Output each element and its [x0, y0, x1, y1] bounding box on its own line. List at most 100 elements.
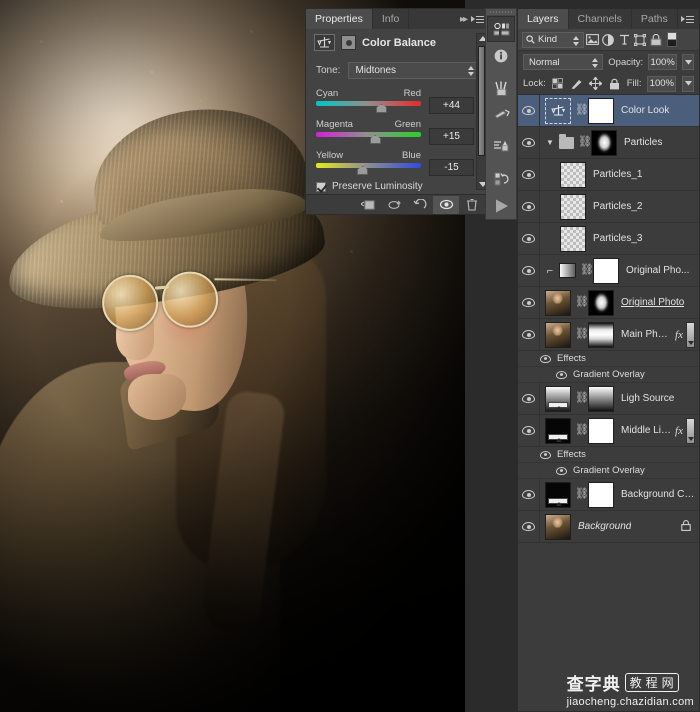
panel-menu-icon[interactable] [471, 14, 484, 24]
preserve-luminosity-row[interactable]: Preserve Luminosity [316, 181, 479, 192]
tab-paths[interactable]: Paths [632, 9, 678, 29]
layer-visibility-toggle[interactable] [518, 383, 540, 414]
opacity-value[interactable]: 100% [648, 54, 678, 70]
actions-play-icon[interactable] [487, 193, 515, 219]
cyan-red-knob[interactable] [376, 104, 388, 113]
stepper-arrows-icon[interactable] [468, 66, 474, 76]
layer-name[interactable]: Middle Light [618, 425, 671, 436]
fx-icon[interactable]: fx [675, 329, 683, 341]
tone-select[interactable]: Midtones [348, 62, 479, 79]
effects-expand-toggle[interactable] [686, 321, 695, 348]
yellow-blue-knob[interactable] [357, 166, 369, 175]
layer-mask-thumbnail[interactable] [593, 257, 619, 284]
layer-name[interactable]: Original Pho... [623, 265, 689, 276]
layer-mask-thumbnail[interactable] [588, 321, 614, 348]
effect-visibility-toggle[interactable] [518, 466, 567, 475]
layer-name[interactable]: Original Photo [618, 297, 684, 308]
layer-thumbnail[interactable] [560, 225, 586, 252]
layer-visibility-toggle[interactable] [518, 159, 540, 190]
view-previous-state-button[interactable] [381, 196, 407, 214]
styles-icon[interactable] [487, 134, 515, 160]
layer-name[interactable]: Ligh Source [618, 393, 674, 404]
link-icon[interactable]: ⛓ [575, 393, 589, 404]
layer-thumbnail[interactable] [545, 513, 571, 540]
blend-mode-select[interactable]: Normal [523, 54, 604, 70]
layer-name[interactable]: Color Look [618, 105, 669, 116]
delete-adjustment-button[interactable] [459, 196, 485, 214]
history-icon[interactable] [487, 166, 515, 192]
layer-thumbnail[interactable] [545, 481, 571, 508]
tab-info[interactable]: Info [373, 9, 410, 29]
lock-image-pixels-icon[interactable] [570, 77, 583, 91]
layer-mask-thumbnail[interactable] [588, 417, 614, 444]
layer-visibility-toggle[interactable] [518, 223, 540, 254]
layer-thumbnail[interactable] [560, 161, 586, 188]
layer-visibility-toggle[interactable] [518, 511, 540, 542]
tab-channels[interactable]: Channels [569, 9, 632, 29]
link-icon[interactable]: ⛓ [575, 425, 589, 436]
reset-button[interactable] [407, 196, 433, 214]
toggle-visibility-button[interactable] [433, 195, 459, 214]
table-row[interactable]: ⛓ Background Color [518, 479, 699, 511]
layer-mask-thumbnail[interactable] [588, 481, 614, 508]
fill-dropdown-arrow-icon[interactable] [682, 75, 694, 92]
smart-object-filter-icon[interactable] [648, 32, 664, 48]
shape-filter-icon[interactable] [632, 32, 648, 48]
effects-visibility-toggle[interactable] [518, 354, 551, 363]
layer-mask-thumbnail[interactable] [588, 385, 614, 412]
layer-name[interactable]: Particles_2 [590, 201, 642, 212]
pixel-filter-icon[interactable] [584, 32, 600, 48]
yellow-blue-track[interactable] [316, 163, 421, 175]
yellow-blue-value[interactable]: -15 [429, 159, 474, 176]
adjustments-icon[interactable] [487, 15, 515, 43]
layer-visibility-toggle[interactable] [518, 95, 540, 126]
clone-source-icon[interactable] [487, 101, 515, 127]
table-row[interactable]: ⛓ Middle Light fx [518, 415, 699, 447]
table-row[interactable]: Particles_2 [518, 191, 699, 223]
layer-thumbnail[interactable] [560, 193, 586, 220]
table-row[interactable]: Background [518, 511, 699, 543]
table-row[interactable]: ⛓ Ligh Source [518, 383, 699, 415]
layer-visibility-toggle[interactable] [518, 479, 540, 510]
fx-icon[interactable]: fx [675, 425, 683, 437]
table-row[interactable]: Particles_3 [518, 223, 699, 255]
group-mask-thumbnail[interactable] [591, 129, 617, 156]
lock-all-icon[interactable] [608, 77, 620, 91]
double-chevron-right-icon[interactable]: ▸▸ [460, 14, 468, 25]
tab-properties[interactable]: Properties [306, 9, 373, 29]
dock-grip[interactable] [486, 9, 516, 16]
link-icon[interactable]: ⛓ [575, 297, 589, 308]
type-filter-icon[interactable] [616, 32, 632, 48]
table-row[interactable]: ⛓ Original Photo [518, 287, 699, 319]
layer-thumbnail[interactable] [545, 385, 571, 412]
table-row[interactable]: ⛓ Main Photo fx [518, 319, 699, 351]
link-icon[interactable]: ⛓ [575, 489, 589, 500]
info-icon[interactable] [487, 42, 515, 68]
table-row[interactable]: Particles_1 [518, 159, 699, 191]
stepper-arrows-icon[interactable] [592, 58, 599, 68]
stepper-arrows-icon[interactable] [573, 35, 579, 46]
layer-visibility-toggle[interactable] [518, 319, 540, 350]
effects-expand-toggle[interactable] [686, 417, 695, 444]
layer-name[interactable]: Background [575, 521, 631, 532]
layer-thumbnail[interactable] [559, 263, 576, 278]
preserve-luminosity-checkbox[interactable] [316, 181, 326, 192]
layer-thumbnail[interactable] [545, 417, 571, 444]
table-row[interactable]: ⛓ Color Look [518, 95, 699, 127]
layer-name[interactable]: Particles_1 [590, 169, 642, 180]
layer-thumbnail[interactable] [545, 321, 571, 348]
link-icon[interactable]: ⛓ [580, 265, 594, 276]
brushes-icon[interactable] [487, 75, 515, 101]
layer-visibility-toggle[interactable] [518, 127, 540, 158]
cyan-red-track[interactable] [316, 101, 421, 113]
layer-name[interactable]: Main Photo [618, 329, 671, 340]
adjustment-filter-icon[interactable] [600, 32, 616, 48]
layer-visibility-toggle[interactable] [518, 415, 540, 446]
layer-mask-thumbnail[interactable] [588, 97, 614, 124]
table-row[interactable]: ▼ ⛓ Particles [518, 127, 699, 159]
layer-mask-thumbnail[interactable] [588, 289, 614, 316]
link-icon[interactable]: ⛓ [575, 329, 589, 340]
effects-visibility-toggle[interactable] [518, 450, 551, 459]
chevron-down-icon[interactable]: ▼ [545, 138, 555, 147]
link-icon[interactable]: ⛓ [575, 105, 589, 116]
